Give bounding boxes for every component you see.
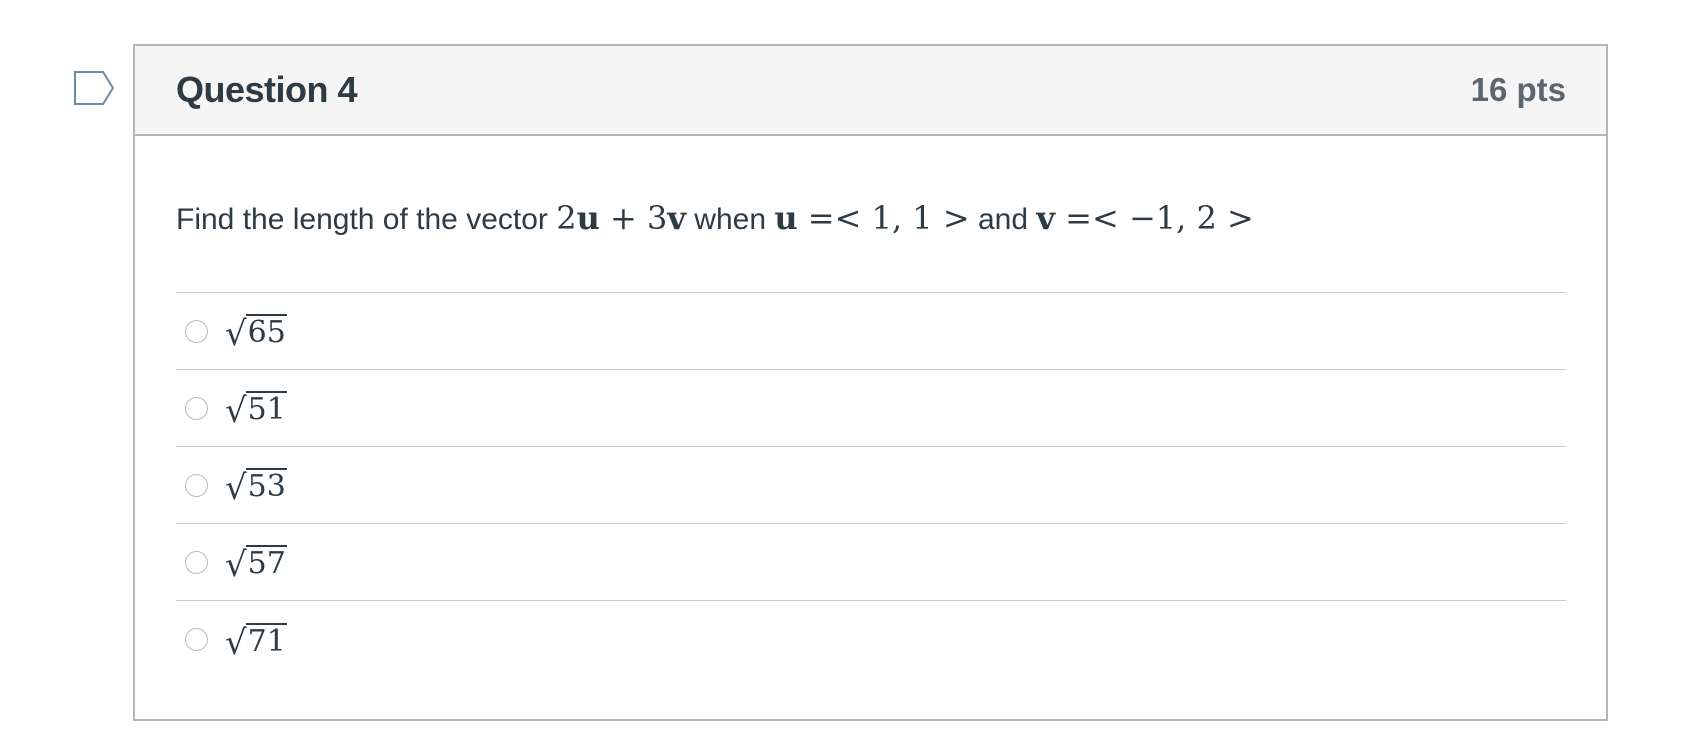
answer-value: √ 53 xyxy=(225,468,287,508)
expr-coef-2: 3 xyxy=(647,199,668,237)
radicand: 65 xyxy=(245,314,287,350)
question-title: Question 4 xyxy=(176,69,358,110)
question-body: Find the length of the vector 2u + 3v wh… xyxy=(135,198,1606,678)
question-card: Question 4 16 pts Find the length of the… xyxy=(133,44,1608,721)
bookmark-flag-icon[interactable] xyxy=(73,70,115,106)
question-header: Question 4 16 pts xyxy=(135,46,1606,136)
radicand: 57 xyxy=(245,545,287,581)
radicand: 53 xyxy=(245,468,287,504)
radio-button[interactable] xyxy=(185,396,208,420)
answer-value: √ 51 xyxy=(225,391,287,431)
radio-button[interactable] xyxy=(185,319,208,343)
sqrt-icon: √ xyxy=(225,468,247,508)
expr-var-v: v xyxy=(667,199,686,237)
expression-vector-sum: 2u + 3v xyxy=(556,199,686,237)
v-definition: v =< −1, 2 > xyxy=(1036,199,1253,237)
radicand: 71 xyxy=(245,622,287,659)
sqrt-icon: √ xyxy=(225,391,247,431)
u-value: =< 1, 1 > xyxy=(797,199,970,237)
answer-value: √ 71 xyxy=(225,622,287,663)
answer-list: √ 65 √ 51 √ 53 √ 57 √ 71 xyxy=(176,292,1566,678)
answer-option-5[interactable]: √ 71 xyxy=(176,601,1566,678)
sqrt-icon: √ xyxy=(225,314,247,354)
prompt-text-and: and xyxy=(969,203,1037,236)
prompt-text-when: when xyxy=(685,203,775,236)
question-prompt: Find the length of the vector 2u + 3v wh… xyxy=(176,198,1566,262)
expr-coef-1: 2 xyxy=(556,199,577,237)
u-symbol: u xyxy=(774,199,798,237)
answer-option-2[interactable]: √ 51 xyxy=(176,370,1566,447)
v-value: =< −1, 2 > xyxy=(1054,199,1254,237)
expr-var-u: u xyxy=(576,199,600,237)
answer-option-1[interactable]: √ 65 xyxy=(176,293,1566,370)
v-symbol: v xyxy=(1036,199,1055,237)
prompt-text-intro: Find the length of the vector xyxy=(176,203,557,236)
answer-option-4[interactable]: √ 57 xyxy=(176,524,1566,601)
answer-value: √ 65 xyxy=(225,314,287,354)
radio-button[interactable] xyxy=(185,550,208,574)
expr-plus: + xyxy=(599,199,648,237)
sqrt-icon: √ xyxy=(225,622,247,663)
question-points: 16 pts xyxy=(1470,71,1566,108)
sqrt-icon: √ xyxy=(225,545,247,585)
answer-value: √ 57 xyxy=(225,545,287,585)
radio-button[interactable] xyxy=(185,628,208,651)
radicand: 51 xyxy=(245,391,287,427)
answer-option-3[interactable]: √ 53 xyxy=(176,447,1566,524)
u-definition: u =< 1, 1 > xyxy=(774,199,969,237)
radio-button[interactable] xyxy=(185,473,208,497)
